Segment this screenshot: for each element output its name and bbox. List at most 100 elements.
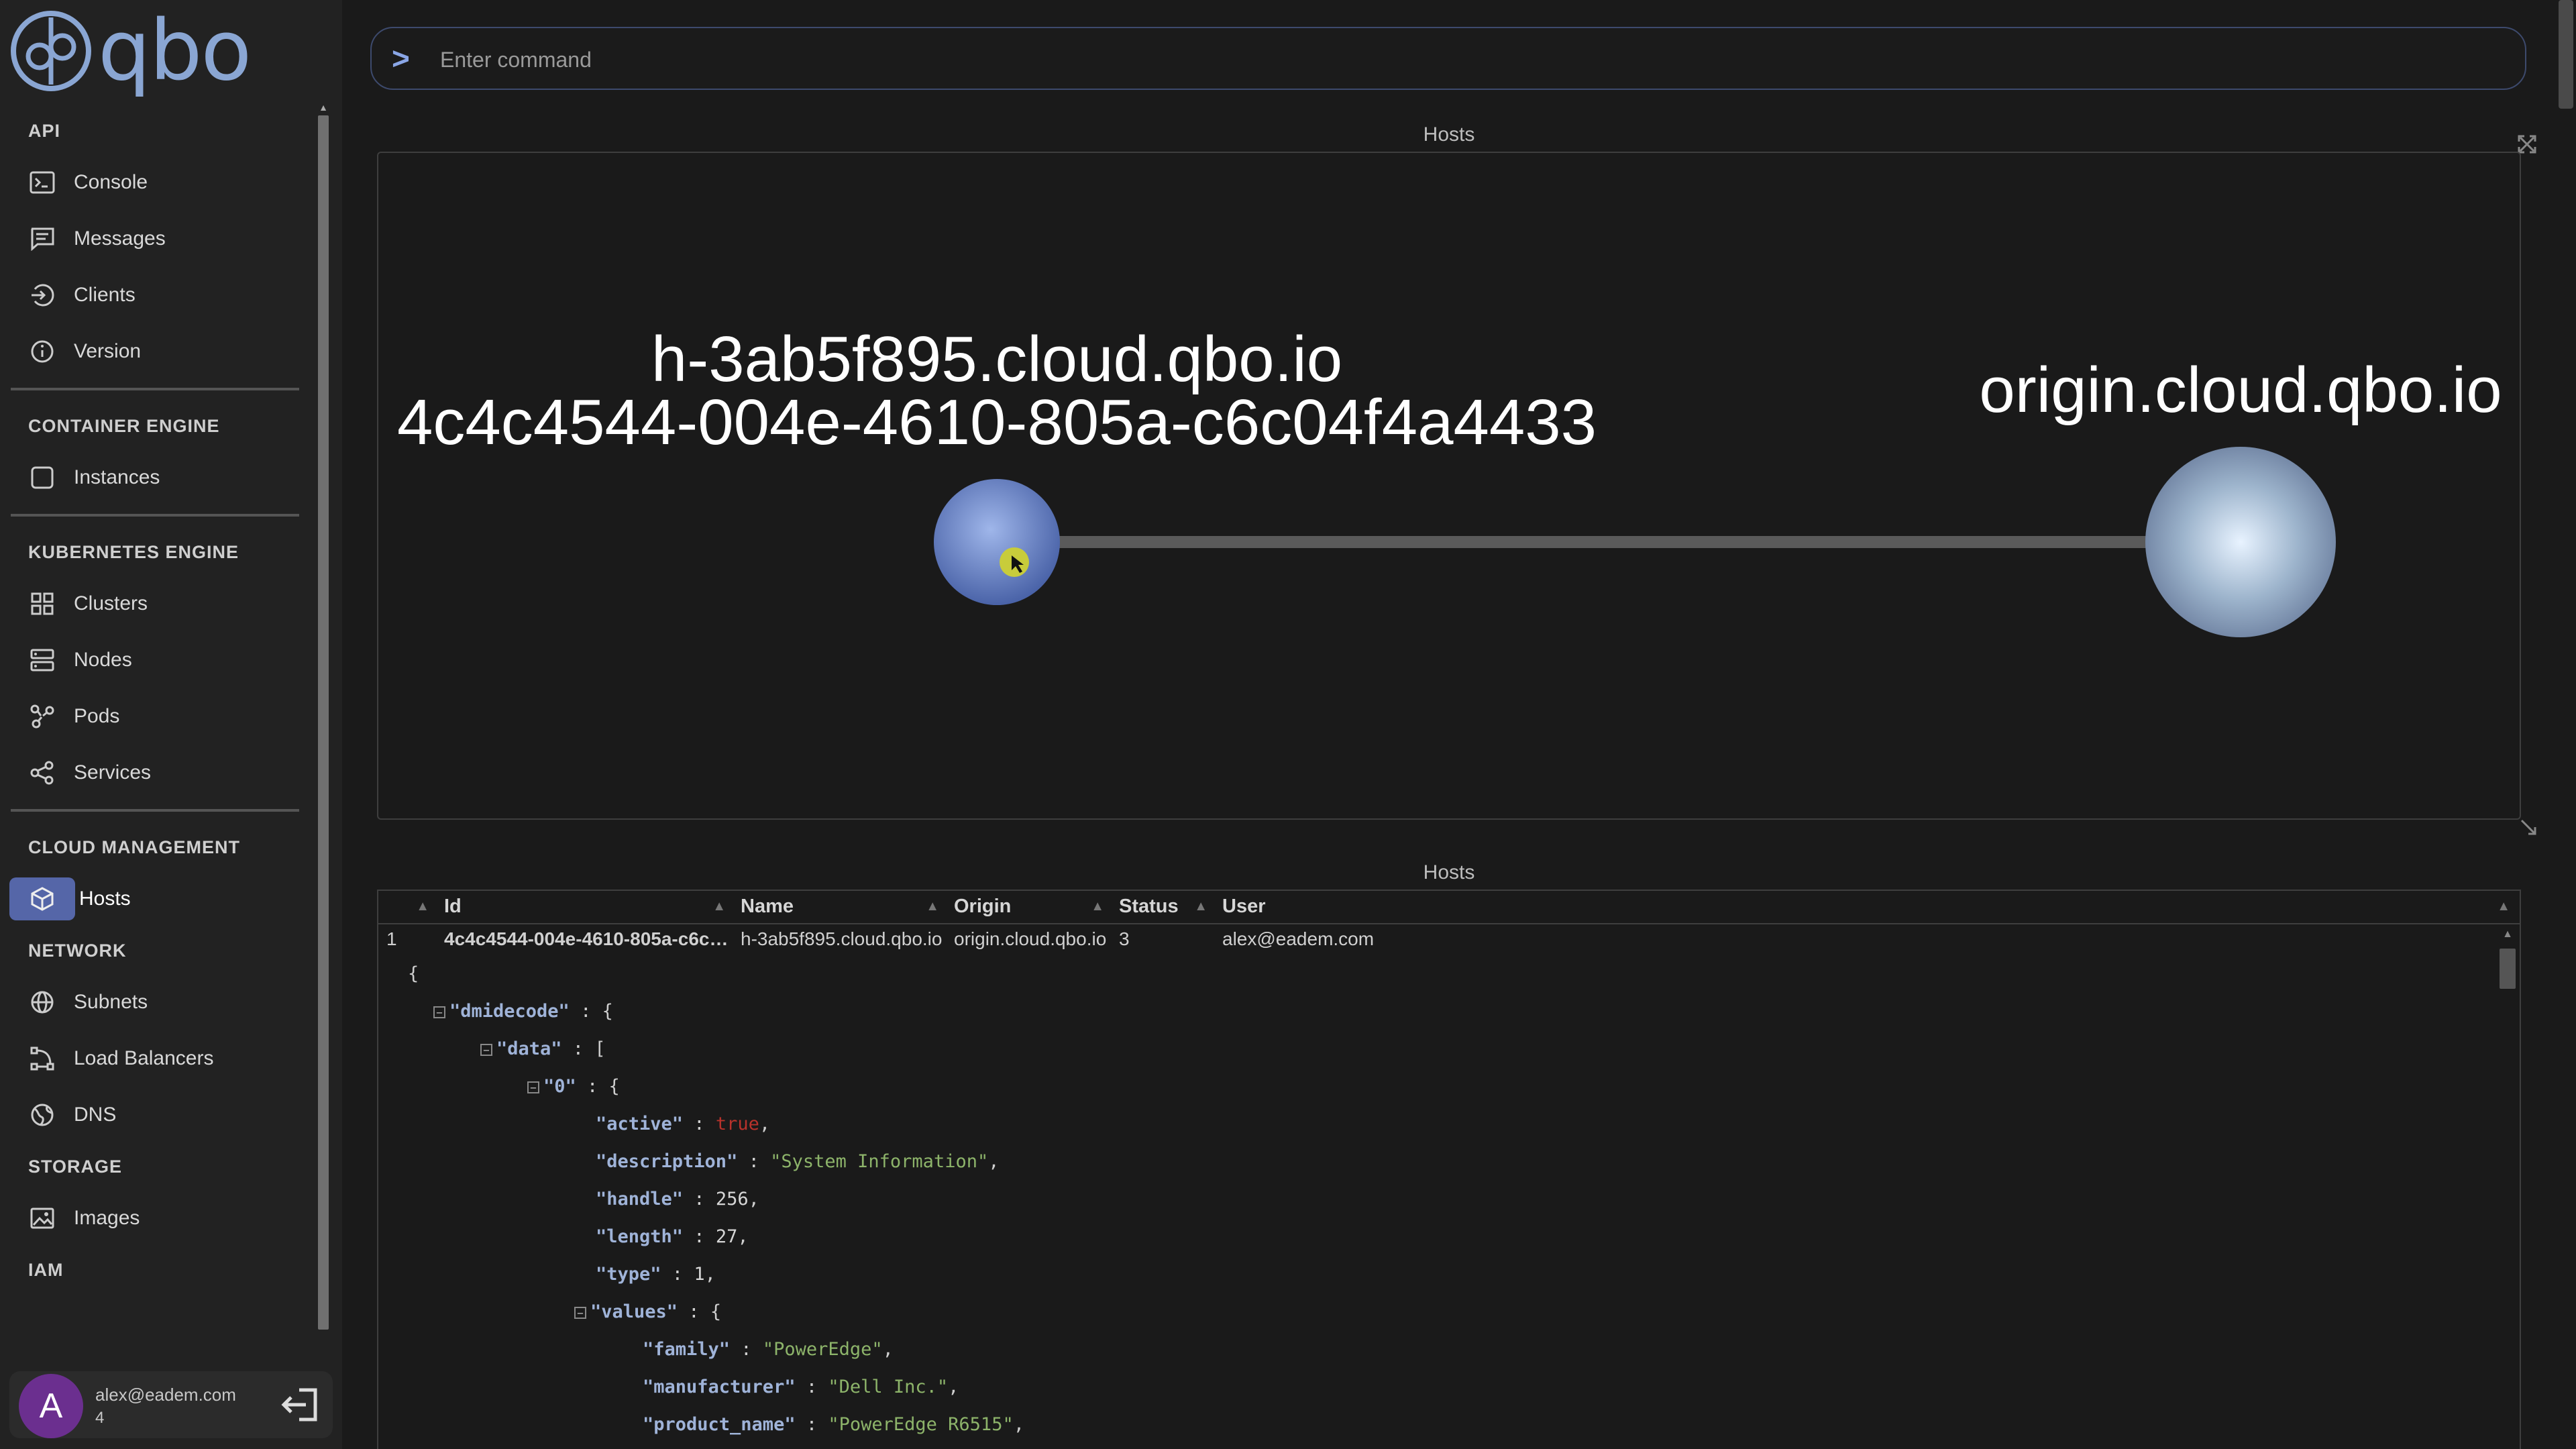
json-separator: , <box>759 1114 771 1134</box>
command-bar: > <box>370 27 2526 90</box>
fullscreen-icon[interactable] <box>2517 134 2537 154</box>
qbo-logo[interactable]: qbo <box>9 9 252 93</box>
graph-node-host[interactable] <box>934 479 1060 605</box>
graph-node-origin[interactable] <box>2145 447 2336 637</box>
host-graph[interactable]: h-3ab5f895.cloud.qbo.io 4c4c4544-004e-46… <box>377 152 2521 820</box>
sidebar-item-instances[interactable]: Instances <box>0 449 322 506</box>
terminal-icon <box>28 168 56 197</box>
sidebar-divider <box>11 809 299 812</box>
json-key: "handle" <box>596 1189 684 1210</box>
sidebar-item-hosts[interactable]: Hosts <box>0 871 322 927</box>
collapse-toggle-icon[interactable]: − <box>574 1306 586 1319</box>
sidebar-item-label: Images <box>74 1207 140 1229</box>
json-value: true <box>715 1114 759 1134</box>
json-separator: , <box>988 1151 1000 1172</box>
json-key: "manufacturer" <box>643 1377 796 1397</box>
table-header: ▲ Id ▲ Name ▲ Origin ▲ Status ▲ User ▲ <box>378 891 2520 924</box>
row-status: 3 <box>1119 928 1130 949</box>
json-key: "type" <box>596 1264 661 1285</box>
sidebar-item-label: Clients <box>74 284 136 306</box>
user-count: 4 <box>95 1409 105 1427</box>
column-header-index[interactable]: ▲ <box>378 891 436 923</box>
sidebar-item-clusters[interactable]: Clusters <box>0 576 322 632</box>
column-header-id[interactable]: Id ▲ <box>436 891 733 923</box>
column-header-origin[interactable]: Origin ▲ <box>946 891 1111 923</box>
section-title-container-engine: CONTAINER ENGINE <box>28 416 220 436</box>
message-icon <box>28 225 56 253</box>
column-header-name[interactable]: Name ▲ <box>733 891 946 923</box>
json-line: − "dmidecode" : { <box>408 993 1024 1030</box>
json-line: − "data" : [ <box>408 1030 1024 1068</box>
command-input[interactable] <box>439 43 2508 76</box>
sidebar-item-label: Clusters <box>74 592 148 614</box>
json-line: "family" : "PowerEdge", <box>408 1331 1024 1368</box>
qbo-logo-icon <box>11 11 91 91</box>
column-label: Origin <box>954 896 1012 917</box>
json-separator: : <box>737 1151 771 1172</box>
sidebar-nav: API Console Messages Clients Version CON… <box>0 107 322 1328</box>
column-header-status[interactable]: Status ▲ <box>1111 891 1214 923</box>
sidebar-item-console[interactable]: Console <box>0 154 322 211</box>
grid-icon <box>28 590 56 618</box>
section-title-api: API <box>28 121 61 141</box>
collapse-toggle-icon[interactable]: − <box>480 1043 492 1056</box>
page-scrollbar[interactable] <box>2559 0 2573 109</box>
section-title-kubernetes-engine: KUBERNETES ENGINE <box>28 542 239 562</box>
logout-icon <box>281 1388 317 1421</box>
sort-icon[interactable]: ▲ <box>416 891 429 922</box>
json-key: "product_name" <box>643 1414 796 1435</box>
column-header-user[interactable]: User ▲ <box>1214 891 2520 923</box>
sidebar-item-nodes[interactable]: Nodes <box>0 632 322 688</box>
sort-icon[interactable]: ▲ <box>1194 891 1208 922</box>
table-row[interactable]: 1 4c4c4544-004e-4610-805a-c6c… h-3ab5f89… <box>378 924 2520 954</box>
sort-icon[interactable]: ▲ <box>712 891 726 922</box>
json-separator: : { <box>569 1001 613 1022</box>
login-icon <box>28 281 56 309</box>
graph-panel-title: Hosts <box>1423 123 1475 146</box>
prompt-chevron-icon: > <box>392 41 410 76</box>
user-panel: A alex@eadem.com 4 <box>9 1371 333 1438</box>
sort-icon[interactable]: ▲ <box>926 891 939 922</box>
section-title-storage: STORAGE <box>28 1157 123 1177</box>
json-separator: : <box>683 1114 716 1134</box>
table-scroll-up-arrow[interactable]: ▲ <box>2502 928 2513 941</box>
sidebar-item-label: Load Balancers <box>74 1047 214 1069</box>
sidebar-item-clients[interactable]: Clients <box>0 267 322 323</box>
json-separator: , <box>1013 1414 1024 1435</box>
sidebar-item-images[interactable]: Images <box>0 1190 322 1246</box>
json-separator: , <box>737 1226 749 1247</box>
sidebar-item-label: DNS <box>74 1104 117 1126</box>
sort-icon[interactable]: ▲ <box>2497 891 2510 922</box>
row-index: 1 <box>386 928 397 949</box>
json-separator: , <box>882 1339 894 1360</box>
collapse-toggle-icon[interactable]: − <box>527 1081 539 1093</box>
json-line: "length" : 27, <box>408 1218 1024 1256</box>
sidebar-item-pods[interactable]: Pods <box>0 688 322 745</box>
column-label: Id <box>444 896 462 917</box>
graph-node-label: h-3ab5f895.cloud.qbo.io <box>651 323 1342 395</box>
image-icon <box>28 1204 56 1232</box>
sidebar-item-services[interactable]: Services <box>0 745 322 801</box>
sidebar-item-dns[interactable]: DNS <box>0 1087 322 1143</box>
sidebar-item-load-balancers[interactable]: Load Balancers <box>0 1030 322 1087</box>
sidebar-item-version[interactable]: Version <box>0 323 322 380</box>
sidebar-item-subnets[interactable]: Subnets <box>0 974 322 1030</box>
graph-canvas[interactable]: h-3ab5f895.cloud.qbo.io 4c4c4544-004e-46… <box>378 153 2520 818</box>
table-panel-title: Hosts <box>1423 861 1475 883</box>
sort-icon[interactable]: ▲ <box>1091 891 1104 922</box>
section-title-iam: IAM <box>28 1260 64 1280</box>
avatar[interactable]: A <box>19 1374 83 1438</box>
json-key: "dmidecode" <box>449 1001 570 1022</box>
table-scrollbar[interactable] <box>2500 949 2516 989</box>
json-viewer: {− "dmidecode" : {− "data" : [− "0" : {"act… <box>408 955 1024 1449</box>
collapse-toggle-icon[interactable]: − <box>433 1006 445 1018</box>
logout-button[interactable] <box>279 1386 319 1424</box>
json-key: "values" <box>590 1301 678 1322</box>
sidebar-item-label: Version <box>74 340 142 362</box>
json-punct: { <box>408 963 419 984</box>
resize-handle-icon[interactable] <box>2520 818 2537 836</box>
json-separator: : <box>795 1414 828 1435</box>
sidebar-item-messages[interactable]: Messages <box>0 211 322 267</box>
cube-icon <box>28 885 56 913</box>
square-icon <box>28 464 56 492</box>
